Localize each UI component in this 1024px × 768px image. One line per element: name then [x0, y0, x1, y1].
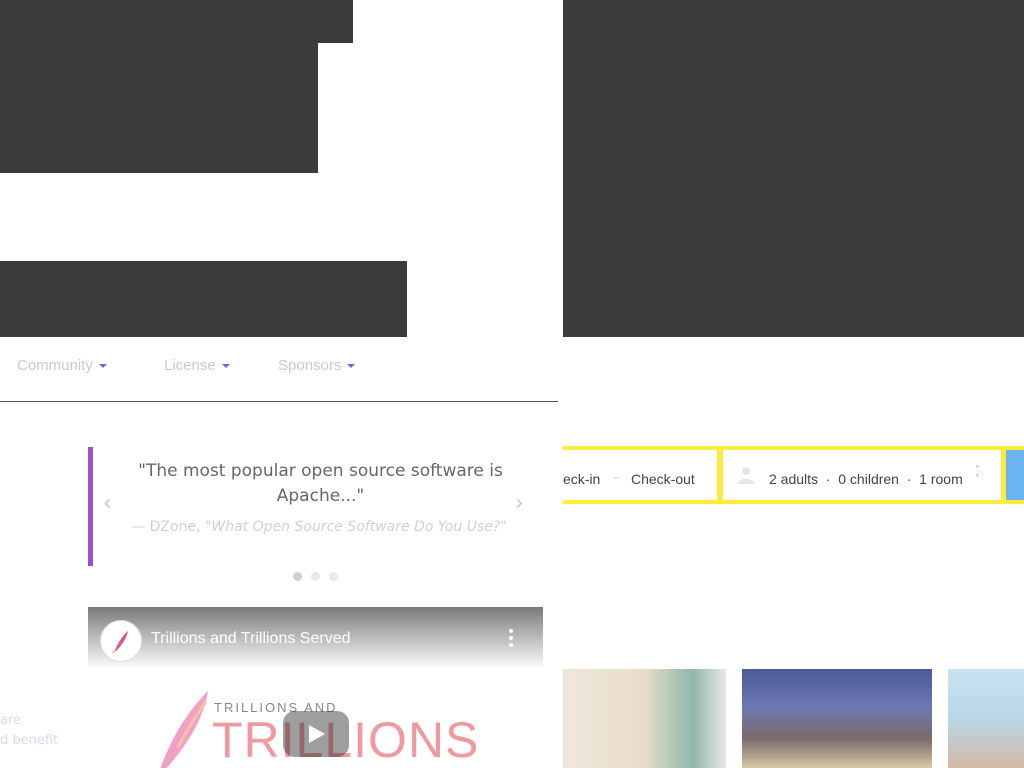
property-thumbnail[interactable] — [563, 669, 726, 768]
nav-item-license[interactable]: License — [164, 357, 230, 374]
carousel-dot[interactable] — [329, 572, 338, 581]
more-vertical-icon[interactable] — [509, 629, 513, 650]
guests-selector[interactable]: 2 adults · 0 children · 1 room ˄ ˅ — [723, 450, 1001, 500]
top-nav: Community License Sponsors — [0, 338, 558, 402]
channel-avatar[interactable] — [100, 620, 142, 662]
caret-down-icon — [347, 364, 356, 369]
search-button[interactable] — [1006, 450, 1024, 500]
citation-title: "What Open Source Software Do You Use?" — [204, 519, 507, 535]
caret-down-icon — [221, 364, 230, 369]
dark-block — [0, 261, 407, 337]
feather-logo — [160, 691, 208, 768]
side-text: d benefit — [0, 733, 59, 748]
testimonial-quote: "The most popular open source software i… — [138, 461, 503, 506]
dark-block — [0, 43, 318, 173]
play-icon[interactable] — [283, 711, 349, 757]
side-text: are — [0, 713, 22, 728]
video-player[interactable]: Trillions and Trillions Served TRILLIONS… — [88, 607, 543, 768]
nav-item-label: Sponsors — [278, 357, 342, 374]
dark-hero-block — [563, 0, 1024, 337]
testimonial-carousel: ‹ "The most popular open source software… — [88, 447, 548, 566]
feather-icon — [112, 631, 128, 654]
citation-source: — DZone, — [131, 519, 205, 535]
checkout-field[interactable]: Check-out — [631, 471, 695, 487]
booking-search-bar: eck-in – Check-out 2 adults · 0 children… — [563, 446, 1024, 504]
property-thumbnail[interactable] — [948, 669, 1024, 768]
nav-item-community[interactable]: Community — [17, 357, 107, 374]
property-thumbnail[interactable] — [742, 669, 932, 768]
guests-summary: 2 adults · 0 children · 1 room — [769, 471, 963, 487]
carousel-dot-active[interactable] — [293, 572, 302, 581]
dark-block — [0, 0, 353, 43]
nav-item-sponsors[interactable]: Sponsors — [278, 357, 356, 374]
nav-item-label: Community — [17, 357, 93, 374]
date-picker[interactable]: eck-in – Check-out — [563, 450, 717, 500]
video-title[interactable]: Trillions and Trillions Served — [151, 630, 350, 648]
date-separator: – — [613, 470, 620, 486]
chevron-up-down-icon: ˄ ˅ — [975, 465, 980, 485]
nav-item-label: License — [164, 357, 216, 374]
carousel-dot[interactable] — [311, 572, 320, 581]
caret-down-icon — [98, 364, 107, 369]
chevron-left-icon[interactable]: ‹ — [103, 491, 112, 516]
checkin-field[interactable]: eck-in — [563, 471, 600, 487]
testimonial-citation: — DZone, "What Open Source Software Do Y… — [119, 517, 519, 538]
person-icon — [738, 467, 754, 484]
video-header: Trillions and Trillions Served — [88, 607, 543, 669]
chevron-right-icon[interactable]: › — [515, 491, 524, 516]
